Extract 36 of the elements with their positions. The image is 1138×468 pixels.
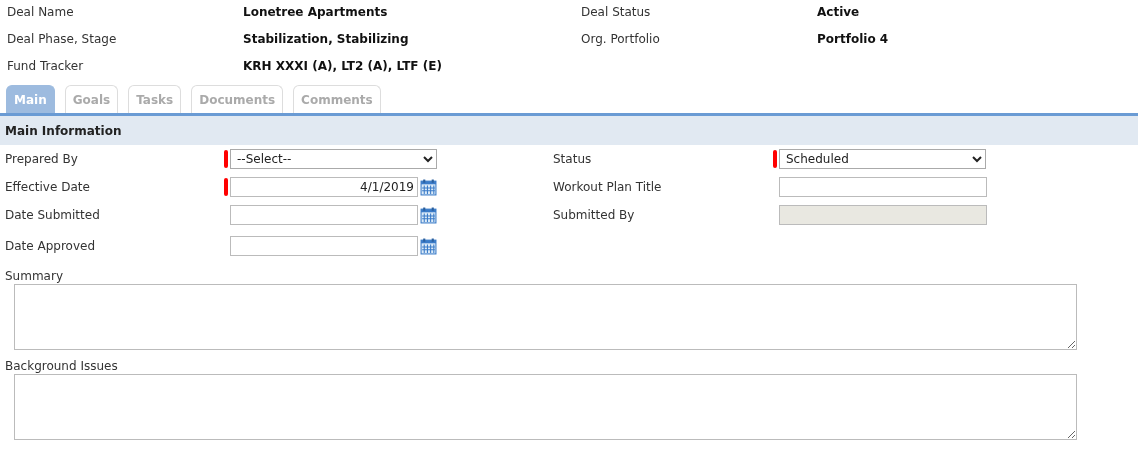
calendar-icon[interactable] — [420, 178, 437, 196]
calendar-icon[interactable] — [420, 237, 437, 255]
tab[interactable]: Documents — [191, 85, 284, 113]
dropdown[interactable]: --Select-- — [230, 149, 437, 169]
field-label: Effective Date — [5, 180, 91, 194]
field-label: Prepared By — [5, 152, 79, 166]
calendar-icon[interactable] — [420, 206, 437, 224]
field-value: Lonetree Apartments — [243, 4, 388, 20]
text-area[interactable] — [14, 374, 1077, 440]
field-label: Date Submitted — [5, 208, 101, 222]
field-label: Workout Plan Title — [553, 180, 663, 194]
field-value: Portfolio 4 — [817, 31, 889, 47]
field-value: KRH XXXI (A), LT2 (A), LTF (E) — [243, 58, 442, 74]
text-area[interactable] — [14, 284, 1077, 350]
field-label: Status — [553, 152, 593, 166]
date-field[interactable]: 4/1/2019 — [230, 177, 418, 197]
field-label: Org. Portfolio — [581, 31, 660, 47]
tab[interactable]: Tasks — [128, 85, 182, 113]
field-label: Deal Name — [7, 4, 74, 20]
field-label: Deal Status — [581, 4, 651, 20]
field-value: Active — [817, 4, 860, 20]
field-label: Fund Tracker — [7, 58, 84, 74]
field-label: Submitted By — [553, 208, 636, 222]
section-title: Main Information — [5, 123, 122, 138]
tab[interactable]: Main — [6, 85, 55, 113]
field-label: Date Approved — [5, 239, 97, 253]
field-value: Stabilization, Stabilizing — [243, 31, 409, 47]
date-field[interactable] — [230, 205, 418, 225]
dropdown[interactable]: Scheduled — [779, 149, 986, 169]
tab[interactable]: Comments — [293, 85, 381, 113]
field-label: Deal Phase, Stage — [7, 31, 117, 47]
field-label: Background Issues — [5, 358, 118, 374]
text-field[interactable] — [779, 177, 987, 197]
date-field[interactable] — [230, 236, 418, 256]
field-label: Summary — [5, 268, 63, 284]
tab[interactable]: Goals — [64, 85, 119, 113]
